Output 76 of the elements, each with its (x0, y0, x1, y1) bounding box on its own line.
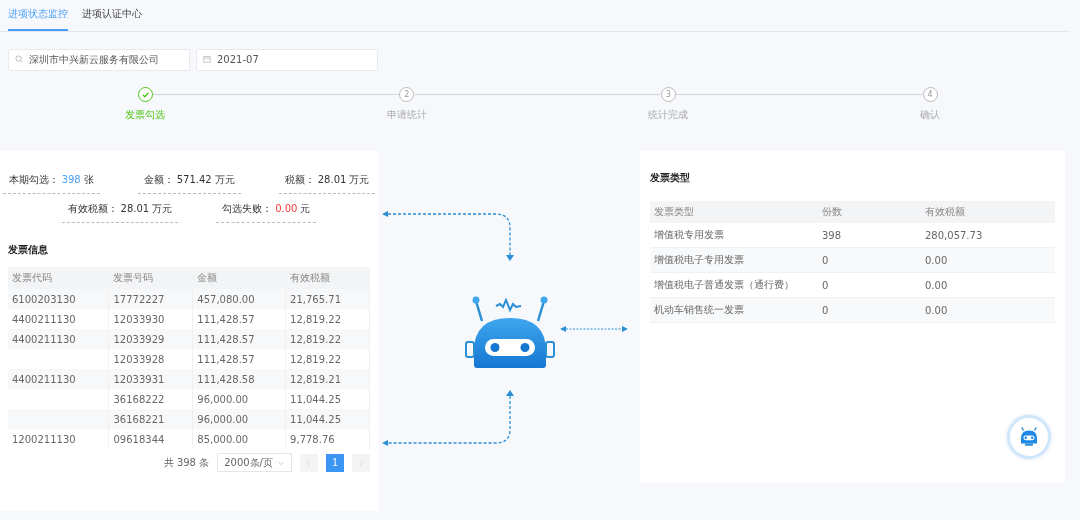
table-cell: 17772227 (108, 289, 193, 309)
calendar-icon (203, 55, 211, 63)
table-cell: 0 (818, 272, 921, 298)
table-cell: 111,428.58 (192, 369, 286, 389)
stat-unit: 张 (83, 174, 94, 185)
section-title: 发票信息 (8, 243, 49, 257)
table-cell: 398 (818, 223, 921, 248)
table-cell: 12033929 (108, 329, 193, 349)
robot-icon (465, 296, 555, 368)
table-cell: 增值税专用发票 (650, 223, 818, 248)
stat-label: 税额： (284, 174, 315, 185)
step-label: 统计完成 (648, 108, 689, 122)
stat-value: 398 (61, 174, 81, 185)
table-cell: 0.00 (921, 247, 1055, 273)
section-title: 发票类型 (650, 171, 691, 185)
table-cell: 4400211130 (8, 369, 109, 389)
stat-value: 0.00 (275, 203, 298, 214)
column-header: 份数 (818, 201, 921, 223)
table-cell: 11,044.25 (285, 409, 370, 429)
step-number: 2 (404, 90, 410, 99)
table-cell: 280,057.73 (921, 223, 1055, 248)
stat-unit: 万元 (349, 174, 370, 185)
stat-label: 本期勾选： (8, 174, 59, 185)
table-cell: 0 (818, 247, 921, 273)
table-cell: 6100203130 (8, 289, 109, 309)
table-cell: 09618344 (108, 429, 193, 449)
chevron-left-icon (305, 458, 313, 467)
search-icon (15, 55, 23, 63)
chevron-right-icon (357, 458, 365, 467)
table-cell: 4400211130 (8, 329, 109, 349)
total-count: 共 398 条 (163, 455, 210, 470)
column-header: 发票类型 (650, 201, 818, 223)
column-header: 发票号码 (108, 267, 193, 289)
stat-label: 金额： (143, 174, 174, 185)
stat-label: 有效税额： (67, 203, 118, 214)
table-cell: 12,819.22 (285, 329, 370, 349)
stat-unit: 万元 (214, 174, 235, 185)
stat-value: 28.01 (120, 203, 150, 214)
assistant-button[interactable] (1007, 415, 1051, 459)
column-header: 金额 (192, 267, 286, 289)
table-cell: 增值税电子专用发票 (650, 247, 818, 273)
next-page-button[interactable] (352, 453, 370, 472)
table-cell: 457,080.00 (192, 289, 286, 309)
step-label: 发票勾选 (125, 108, 165, 122)
table-cell: 85,000.00 (192, 429, 286, 449)
table-cell: 0.00 (921, 297, 1055, 323)
connector-arrow (560, 326, 628, 332)
company-search-field[interactable]: 深圳市中兴新云服务有限公司 (8, 49, 190, 71)
table-cell: 96,000.00 (192, 409, 286, 429)
table-cell: 111,428.57 (192, 329, 286, 349)
tab[interactable]: 进项认证中心 (82, 7, 142, 31)
previous-page-button[interactable] (300, 453, 318, 472)
step-number: 3 (665, 90, 671, 99)
table-cell: 9,778.76 (285, 429, 370, 449)
table-cell: 36168221 (108, 409, 193, 429)
step-label: 申请统计 (386, 108, 427, 122)
stat-value: 571.42 (176, 174, 212, 185)
table-cell: 机动车销售统一发票 (650, 297, 818, 323)
table-cell: 1200211130 (8, 429, 109, 449)
stat-unit: 元 (300, 203, 311, 214)
stat-unit: 万元 (152, 203, 173, 214)
table-cell: 21,765.71 (285, 289, 370, 309)
step-number: 4 (927, 90, 933, 99)
column-header: 有效税额 (921, 201, 1055, 223)
step-label: 确认 (920, 108, 940, 122)
table-cell: 12,819.21 (285, 369, 370, 389)
page-size-select[interactable]: 2000条/页 (217, 453, 292, 472)
stat-value: 28.01 (317, 174, 347, 185)
table-cell: 0.00 (921, 272, 1055, 298)
table-cell: 增值税电子普通发票（通行费） (650, 272, 818, 298)
table-cell: 0 (818, 297, 921, 323)
period-field[interactable]: 2021-07 (196, 48, 378, 71)
stat-label: 勾选失败： (222, 203, 273, 214)
table-cell: 12033931 (108, 369, 193, 389)
column-header: 发票代码 (8, 267, 109, 289)
column-header: 有效税额 (285, 267, 370, 289)
